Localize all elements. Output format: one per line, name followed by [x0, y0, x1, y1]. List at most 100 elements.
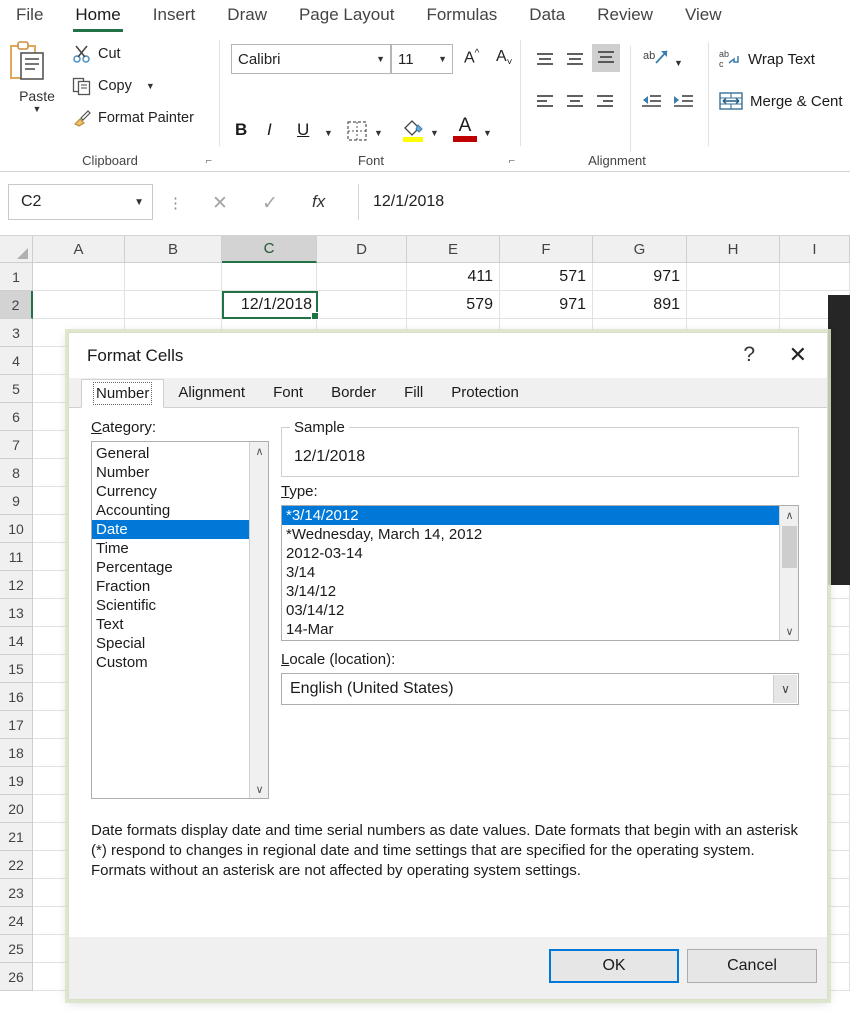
ribbon-tab-home[interactable]: Home — [59, 3, 136, 33]
align-right-button[interactable] — [594, 92, 616, 112]
orientation-dropdown-caret-icon[interactable]: ▼ — [674, 58, 683, 68]
row-header-17[interactable]: 17 — [0, 711, 33, 739]
type-scroll-down-icon[interactable]: ∨ — [780, 622, 798, 640]
row-header-2[interactable]: 2 — [0, 291, 33, 319]
dialog-tab-fill[interactable]: Fill — [390, 378, 437, 407]
column-header-i[interactable]: I — [780, 236, 850, 263]
font-size-combo[interactable]: 11 ▼ — [391, 44, 453, 74]
type-listbox[interactable]: *3/14/2012 *Wednesday, March 14, 2012 2012… — [281, 505, 799, 641]
underline-dropdown-caret-icon[interactable]: ▼ — [324, 128, 333, 138]
dialog-tab-alignment[interactable]: Alignment — [164, 378, 259, 407]
row-header-21[interactable]: 21 — [0, 823, 33, 851]
column-header-e[interactable]: E — [407, 236, 500, 263]
cancel-entry-button[interactable]: ✕ — [212, 192, 228, 215]
align-middle-button[interactable] — [564, 50, 586, 70]
category-item-0[interactable]: General — [92, 444, 268, 463]
category-item-1[interactable]: Number — [92, 463, 268, 482]
column-header-d[interactable]: D — [317, 236, 407, 263]
underline-button[interactable]: U — [297, 120, 309, 140]
type-item-5[interactable]: 03/14/12 — [282, 601, 798, 620]
cell-C1[interactable] — [222, 263, 317, 291]
merge-center-button[interactable]: Merge & Cent — [718, 90, 843, 112]
column-header-h[interactable]: H — [687, 236, 780, 263]
column-header-f[interactable]: F — [500, 236, 593, 263]
font-color-button[interactable]: A — [453, 116, 477, 142]
cell-F1[interactable]: 571 — [500, 263, 593, 291]
bold-button[interactable]: B — [235, 120, 247, 140]
ribbon-tab-view[interactable]: View — [669, 3, 738, 29]
cell-F2[interactable]: 971 — [500, 291, 593, 319]
cell-D1[interactable] — [317, 263, 407, 291]
fill-color-dropdown-caret-icon[interactable]: ▼ — [430, 128, 439, 138]
align-bottom-button[interactable] — [592, 44, 620, 72]
column-header-a[interactable]: A — [33, 236, 125, 263]
type-item-4[interactable]: 3/14/12 — [282, 582, 798, 601]
row-header-22[interactable]: 22 — [0, 851, 33, 879]
type-item-2[interactable]: 2012-03-14 — [282, 544, 798, 563]
row-header-25[interactable]: 25 — [0, 935, 33, 963]
clipboard-dialog-launcher[interactable]: ⌐ — [206, 155, 212, 167]
cell-D2[interactable] — [317, 291, 407, 319]
orientation-button[interactable]: ab — [642, 46, 670, 72]
category-listbox[interactable]: General Number Currency Accounting Date Time P… — [91, 441, 269, 799]
column-header-c[interactable]: C — [222, 236, 317, 263]
font-color-dropdown-caret-icon[interactable]: ▼ — [483, 128, 492, 138]
dialog-tab-border[interactable]: Border — [317, 378, 390, 407]
cell-A1[interactable] — [33, 263, 125, 291]
cut-button[interactable]: Cut — [72, 44, 121, 64]
type-scroll-thumb[interactable] — [782, 526, 797, 568]
row-header-19[interactable]: 19 — [0, 767, 33, 795]
chevron-down-icon[interactable]: ▼ — [438, 54, 452, 64]
row-header-10[interactable]: 10 — [0, 515, 33, 543]
align-center-button[interactable] — [564, 92, 586, 112]
category-scrollbar[interactable]: ∧ ∨ — [249, 442, 268, 798]
row-header-26[interactable]: 26 — [0, 963, 33, 991]
type-item-1[interactable]: *Wednesday, March 14, 2012 — [282, 525, 798, 544]
insert-function-button[interactable]: fx — [312, 192, 325, 212]
row-header-8[interactable]: 8 — [0, 459, 33, 487]
ribbon-tab-insert[interactable]: Insert — [137, 3, 212, 29]
cell-E1[interactable]: 411 — [407, 263, 500, 291]
paste-button[interactable]: Paste ▼ — [8, 40, 66, 114]
row-header-23[interactable]: 23 — [0, 879, 33, 907]
column-header-g[interactable]: G — [593, 236, 687, 263]
type-item-6[interactable]: 14-Mar — [282, 620, 798, 639]
column-header-b[interactable]: B — [125, 236, 222, 263]
category-scroll-down-icon[interactable]: ∨ — [250, 780, 268, 798]
decrease-font-size-button[interactable]: A˅ — [496, 48, 513, 68]
ribbon-tab-file[interactable]: File — [0, 3, 59, 29]
category-item-2[interactable]: Currency — [92, 482, 268, 501]
row-header-5[interactable]: 5 — [0, 375, 33, 403]
row-header-20[interactable]: 20 — [0, 795, 33, 823]
type-scrollbar[interactable]: ∧ ∨ — [779, 506, 798, 640]
align-top-button[interactable] — [534, 50, 556, 70]
cell-I1[interactable] — [780, 263, 850, 291]
font-dialog-launcher[interactable]: ⌐ — [509, 155, 515, 167]
row-header-7[interactable]: 7 — [0, 431, 33, 459]
dialog-tab-number[interactable]: Number — [81, 379, 165, 408]
row-header-18[interactable]: 18 — [0, 739, 33, 767]
chevron-down-icon[interactable]: ▼ — [134, 197, 152, 208]
borders-button[interactable] — [346, 120, 368, 142]
category-scroll-up-icon[interactable]: ∧ — [250, 442, 268, 460]
name-box[interactable]: C2 ▼ — [8, 184, 153, 220]
formula-input[interactable]: 12/1/2018 — [358, 184, 850, 220]
row-header-6[interactable]: 6 — [0, 403, 33, 431]
locale-chevron-down-icon[interactable]: ∨ — [773, 675, 797, 703]
cell-B2[interactable] — [125, 291, 222, 319]
row-header-3[interactable]: 3 — [0, 319, 33, 347]
cancel-button[interactable]: Cancel — [687, 949, 817, 983]
ribbon-tab-formulas[interactable]: Formulas — [410, 3, 513, 29]
category-item-3[interactable]: Accounting — [92, 501, 268, 520]
category-item-7[interactable]: Fraction — [92, 577, 268, 596]
ribbon-tab-review[interactable]: Review — [581, 3, 669, 29]
wrap-text-button[interactable]: ab c Wrap Text — [718, 48, 815, 70]
dialog-tab-font[interactable]: Font — [259, 378, 317, 407]
ribbon-tab-page-layout[interactable]: Page Layout — [283, 3, 410, 29]
category-item-9[interactable]: Text — [92, 615, 268, 634]
increase-indent-button[interactable] — [672, 92, 696, 112]
font-name-combo[interactable]: Calibri ▼ — [231, 44, 391, 74]
cell-H1[interactable] — [687, 263, 780, 291]
cell-H2[interactable] — [687, 291, 780, 319]
row-header-9[interactable]: 9 — [0, 487, 33, 515]
